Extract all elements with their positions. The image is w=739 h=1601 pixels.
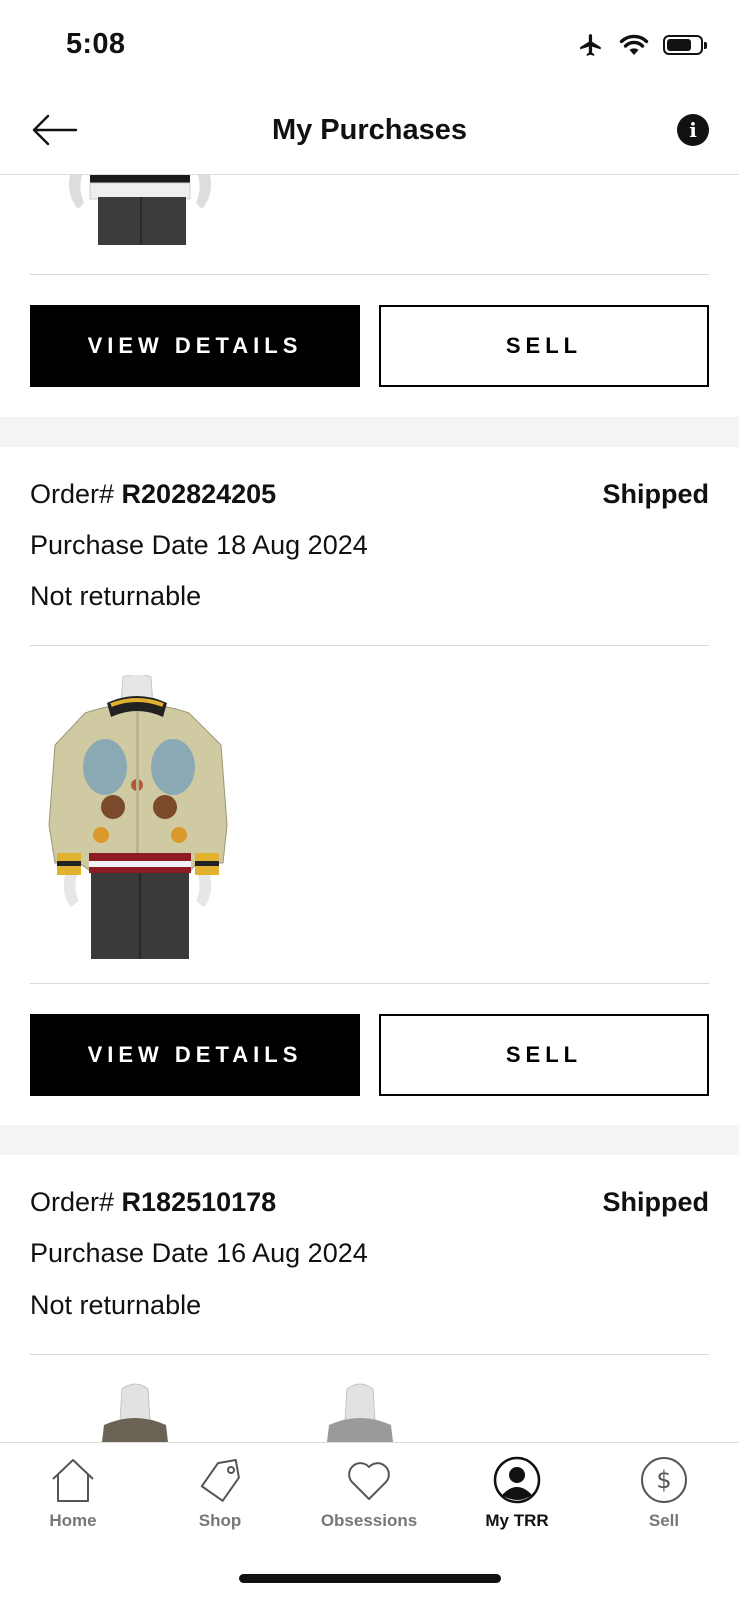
divider <box>30 1354 709 1355</box>
order-status: Shipped <box>602 1187 710 1217</box>
product-image-1[interactable] <box>100 1381 170 1442</box>
order-number: Order# R182510178 <box>30 1187 277 1217</box>
order-number: Order# R202824205 <box>30 479 277 509</box>
view-details-button[interactable]: VIEW DETAILS <box>30 1014 360 1096</box>
home-indicator <box>239 1574 501 1583</box>
tab-shop[interactable]: Shop <box>160 1455 280 1531</box>
tab-label: Shop <box>198 1511 242 1530</box>
tab-label: Sell <box>648 1511 680 1530</box>
purchases-list[interactable]: VIEW DETAILS SELL Order# R202824205 Ship… <box>0 175 739 1442</box>
tab-label: My TRR <box>485 1511 549 1530</box>
tab-label: Home <box>49 1511 97 1530</box>
battery-icon <box>663 35 707 55</box>
app-header: My Purchases i <box>0 88 739 175</box>
section-separator <box>0 1125 739 1155</box>
tab-home[interactable]: Home <box>13 1455 133 1531</box>
tab-obsessions[interactable]: Obsessions <box>309 1455 429 1531</box>
order-status: Shipped <box>602 479 710 509</box>
svg-text:$: $ <box>656 1466 671 1494</box>
status-time: 5:08 <box>66 28 126 60</box>
purchase-date: Purchase Date 18 Aug 2024 <box>30 530 368 560</box>
wifi-icon <box>619 34 649 55</box>
tab-sell[interactable]: $ Sell <box>604 1455 724 1531</box>
section-separator <box>0 417 739 447</box>
return-status: Not returnable <box>30 581 202 611</box>
divider <box>30 645 709 646</box>
purchase-date: Purchase Date 16 Aug 2024 <box>30 1238 368 1268</box>
person-icon <box>493 1456 541 1504</box>
house-icon <box>52 1459 94 1502</box>
page-title: My Purchases <box>271 114 468 146</box>
divider <box>30 274 709 275</box>
product-image-prev[interactable] <box>60 175 220 245</box>
dollar-icon: $ <box>641 1457 687 1503</box>
divider <box>30 983 709 984</box>
heart-icon <box>348 1462 390 1500</box>
sell-button[interactable]: SELL <box>379 305 709 387</box>
tab-label: Obsessions <box>320 1511 418 1530</box>
airplane-icon <box>580 34 601 56</box>
view-details-button[interactable]: VIEW DETAILS <box>30 305 360 387</box>
product-image-2[interactable] <box>325 1381 395 1442</box>
sell-button[interactable]: SELL <box>379 1014 709 1096</box>
tab-my-trr[interactable]: My TRR <box>457 1455 577 1531</box>
info-icon[interactable]: i <box>677 114 709 146</box>
return-status: Not returnable <box>30 1290 202 1320</box>
status-icons <box>577 32 707 58</box>
tag-icon <box>200 1458 240 1502</box>
product-image-souvenir-jacket[interactable] <box>45 673 230 960</box>
